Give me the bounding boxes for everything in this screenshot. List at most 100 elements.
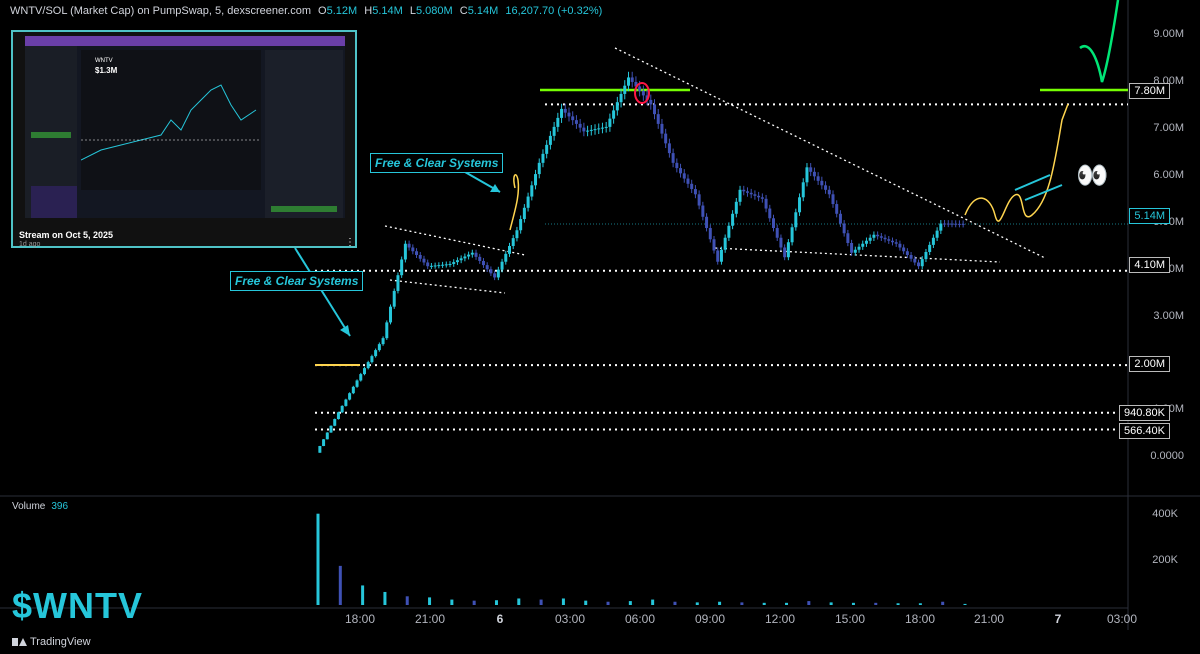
open-value: 5.12M — [326, 5, 358, 17]
tradingview-logo-icon — [12, 637, 27, 647]
candle-body-26 — [415, 251, 419, 255]
volume-bar-18 — [718, 601, 722, 605]
volume-bar-9 — [517, 598, 521, 605]
candle-body-17 — [381, 338, 385, 345]
price-tick-9m: 9.00M — [1153, 28, 1184, 40]
candle-body-41 — [470, 252, 474, 255]
candle-body-166 — [935, 230, 939, 238]
close-value: 5.14M — [467, 5, 499, 17]
breakout-arrow — [1079, 0, 1120, 83]
candle-body-134 — [816, 176, 820, 181]
candle-body-113 — [738, 189, 742, 202]
flag-lower — [389, 279, 506, 294]
volume-label: Volume — [12, 501, 46, 512]
time-label-1800: 18:00 — [344, 612, 376, 626]
candle-body-131 — [805, 167, 809, 183]
candle-body-11 — [359, 374, 363, 381]
volume-bar-20 — [762, 602, 766, 605]
thumbnail-title: WNTV — [95, 58, 113, 64]
candle-body-14 — [370, 356, 374, 363]
candle-body-124 — [779, 237, 783, 248]
more-icon[interactable] — [345, 232, 349, 244]
candle-body-129 — [798, 197, 802, 213]
candle-body-97 — [679, 168, 683, 174]
candle-body-146 — [861, 243, 865, 247]
candle-body-87 — [641, 90, 645, 96]
candle-body-45 — [485, 265, 489, 270]
candle-body-102 — [697, 194, 701, 206]
candle-body-39 — [463, 256, 467, 259]
level-box-7-80m: 7.80M — [1129, 83, 1170, 99]
candle-body-160 — [913, 258, 917, 263]
candle-body-76 — [600, 127, 604, 129]
volume-bar-23 — [829, 602, 833, 605]
candle-body-157 — [902, 247, 906, 252]
candle-body-144 — [853, 249, 857, 253]
candle-body-110 — [727, 225, 731, 238]
candle-body-15 — [374, 350, 378, 357]
candle-body-109 — [723, 237, 727, 250]
candle-body-37 — [455, 260, 459, 263]
level-box-940k: 940.80K — [1119, 405, 1170, 421]
candle-body-24 — [407, 243, 411, 248]
thumbnail-browser-tabs — [25, 36, 345, 46]
candle-body-107 — [716, 250, 720, 262]
candle-body-138 — [831, 194, 835, 205]
candle-body-6 — [340, 405, 344, 413]
thumbnail-chat-panel — [265, 50, 343, 218]
video-thumbnail[interactable]: WNTV $1.3M Stream on Oct 5, 2025 1d ago — [11, 30, 357, 248]
candle-body-142 — [846, 233, 850, 243]
annotation-label-1: Free & Clear Systems — [370, 153, 504, 173]
thumbnail-button — [31, 132, 71, 138]
volume-bar-26 — [896, 603, 900, 605]
candle-body-114 — [742, 189, 746, 192]
time-label-0300b: 03:00 — [1106, 612, 1138, 626]
candle-body-57 — [530, 185, 534, 197]
volume-bar-13 — [606, 601, 610, 605]
candle-body-9 — [351, 386, 355, 394]
candle-body-152 — [883, 237, 887, 240]
candle-body-159 — [909, 254, 913, 259]
candle-body-130 — [801, 182, 805, 198]
candle-body-117 — [753, 194, 757, 196]
candle-body-91 — [656, 114, 660, 124]
candle-body-140 — [838, 213, 842, 224]
candle-body-133 — [812, 171, 816, 177]
candle-body-74 — [593, 129, 597, 131]
candle-body-43 — [478, 256, 482, 261]
candle-body-120 — [764, 198, 768, 209]
candle-body-163 — [924, 251, 928, 260]
open-label: O — [318, 5, 327, 17]
candle-body-94 — [667, 143, 671, 154]
level-box-4-10m: 4.10M — [1129, 257, 1170, 273]
candle-body-81 — [619, 93, 623, 103]
candle-body-93 — [664, 133, 668, 144]
symbol-label: WNTV/SOL (Market Cap) on PumpSwap, 5, de… — [10, 5, 311, 17]
high-value: 5.14M — [372, 5, 403, 17]
candle-body-36 — [452, 262, 456, 264]
candle-body-100 — [690, 183, 694, 190]
volume-value: 396 — [51, 501, 69, 512]
candle-body-20 — [392, 290, 396, 307]
candle-body-143 — [850, 242, 854, 253]
volume-bar-29 — [963, 603, 967, 605]
volume-bar-0 — [316, 513, 320, 605]
level-box-566k: 566.40K — [1119, 423, 1170, 439]
candle-body-161 — [917, 262, 921, 267]
volume-bar-5 — [428, 597, 432, 605]
candle-body-30 — [429, 265, 433, 267]
candle-body-67 — [567, 112, 571, 117]
candle-body-158 — [905, 251, 909, 255]
price-tick-3m: 3.00M — [1153, 310, 1184, 322]
candle-body-38 — [459, 258, 463, 261]
candle-body-84 — [630, 77, 634, 82]
time-label-2100b: 21:00 — [973, 612, 1005, 626]
volume-bar-10 — [539, 599, 543, 605]
low-value: 5.080M — [415, 5, 453, 17]
time-label-day7: 7 — [1054, 612, 1062, 626]
volume-bar-6 — [450, 599, 454, 605]
candle-body-139 — [835, 204, 839, 214]
volume-bar-1 — [338, 565, 342, 605]
candle-body-125 — [783, 247, 787, 258]
candle-body-71 — [582, 127, 586, 132]
